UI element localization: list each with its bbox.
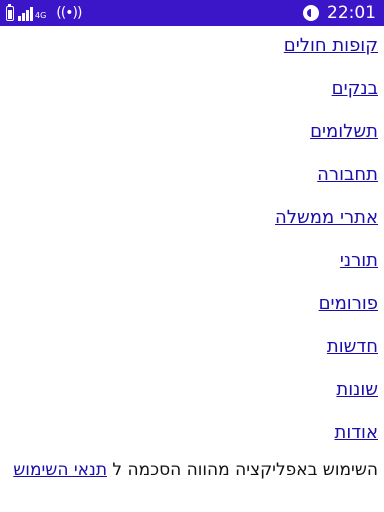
menu-item-kupot-holim[interactable]: קופות חולים — [0, 26, 384, 69]
menu-link-forums[interactable]: פורומים — [0, 284, 384, 327]
menu-item-banks[interactable]: בנקים — [0, 69, 384, 112]
menu-item-misc[interactable]: שונות — [0, 370, 384, 413]
menu-list: קופות חולים בנקים תשלומים תחבורה אתרי ממ… — [0, 26, 384, 456]
terms-notice-text: השימוש באפליקציה מהווה הסכמה ל — [107, 460, 378, 480]
menu-link-payments[interactable]: תשלומים — [0, 112, 384, 155]
hotspot-icon: ((•)) — [56, 5, 82, 21]
menu-item-about[interactable]: אודות — [0, 413, 384, 456]
menu-item-government-sites[interactable]: אתרי ממשלה — [0, 198, 384, 241]
clock: 22:01 — [327, 3, 376, 23]
menu-link-about[interactable]: אודות — [0, 413, 384, 456]
menu-link-misc[interactable]: שונות — [0, 370, 384, 413]
menu-link-on-call[interactable]: תורני — [0, 241, 384, 284]
menu-item-payments[interactable]: תשלומים — [0, 112, 384, 155]
battery-icon — [6, 3, 14, 21]
signal-icon — [18, 5, 33, 21]
menu-link-news[interactable]: חדשות — [0, 327, 384, 370]
menu-item-news[interactable]: חדשות — [0, 327, 384, 370]
data-saver-icon — [303, 5, 319, 21]
status-bar: 4G ((•)) 22:01 — [0, 0, 384, 26]
menu-item-on-call[interactable]: תורני — [0, 241, 384, 284]
menu-link-transport[interactable]: תחבורה — [0, 155, 384, 198]
status-icons-right: 22:01 — [303, 2, 376, 24]
main-content: קופות חולים בנקים תשלומים תחבורה אתרי ממ… — [0, 26, 384, 484]
terms-of-use-link[interactable]: תנאי השימוש — [13, 460, 107, 480]
menu-item-forums[interactable]: פורומים — [0, 284, 384, 327]
menu-link-banks[interactable]: בנקים — [0, 69, 384, 112]
menu-link-kupot-holim[interactable]: קופות חולים — [0, 26, 384, 69]
menu-link-government-sites[interactable]: אתרי ממשלה — [0, 198, 384, 241]
menu-item-transport[interactable]: תחבורה — [0, 155, 384, 198]
terms-notice: השימוש באפליקציה מהווה הסכמה ל תנאי השימ… — [0, 456, 384, 484]
status-icons-left: 4G ((•)) — [6, 3, 82, 23]
network-type-label: 4G — [35, 10, 47, 20]
